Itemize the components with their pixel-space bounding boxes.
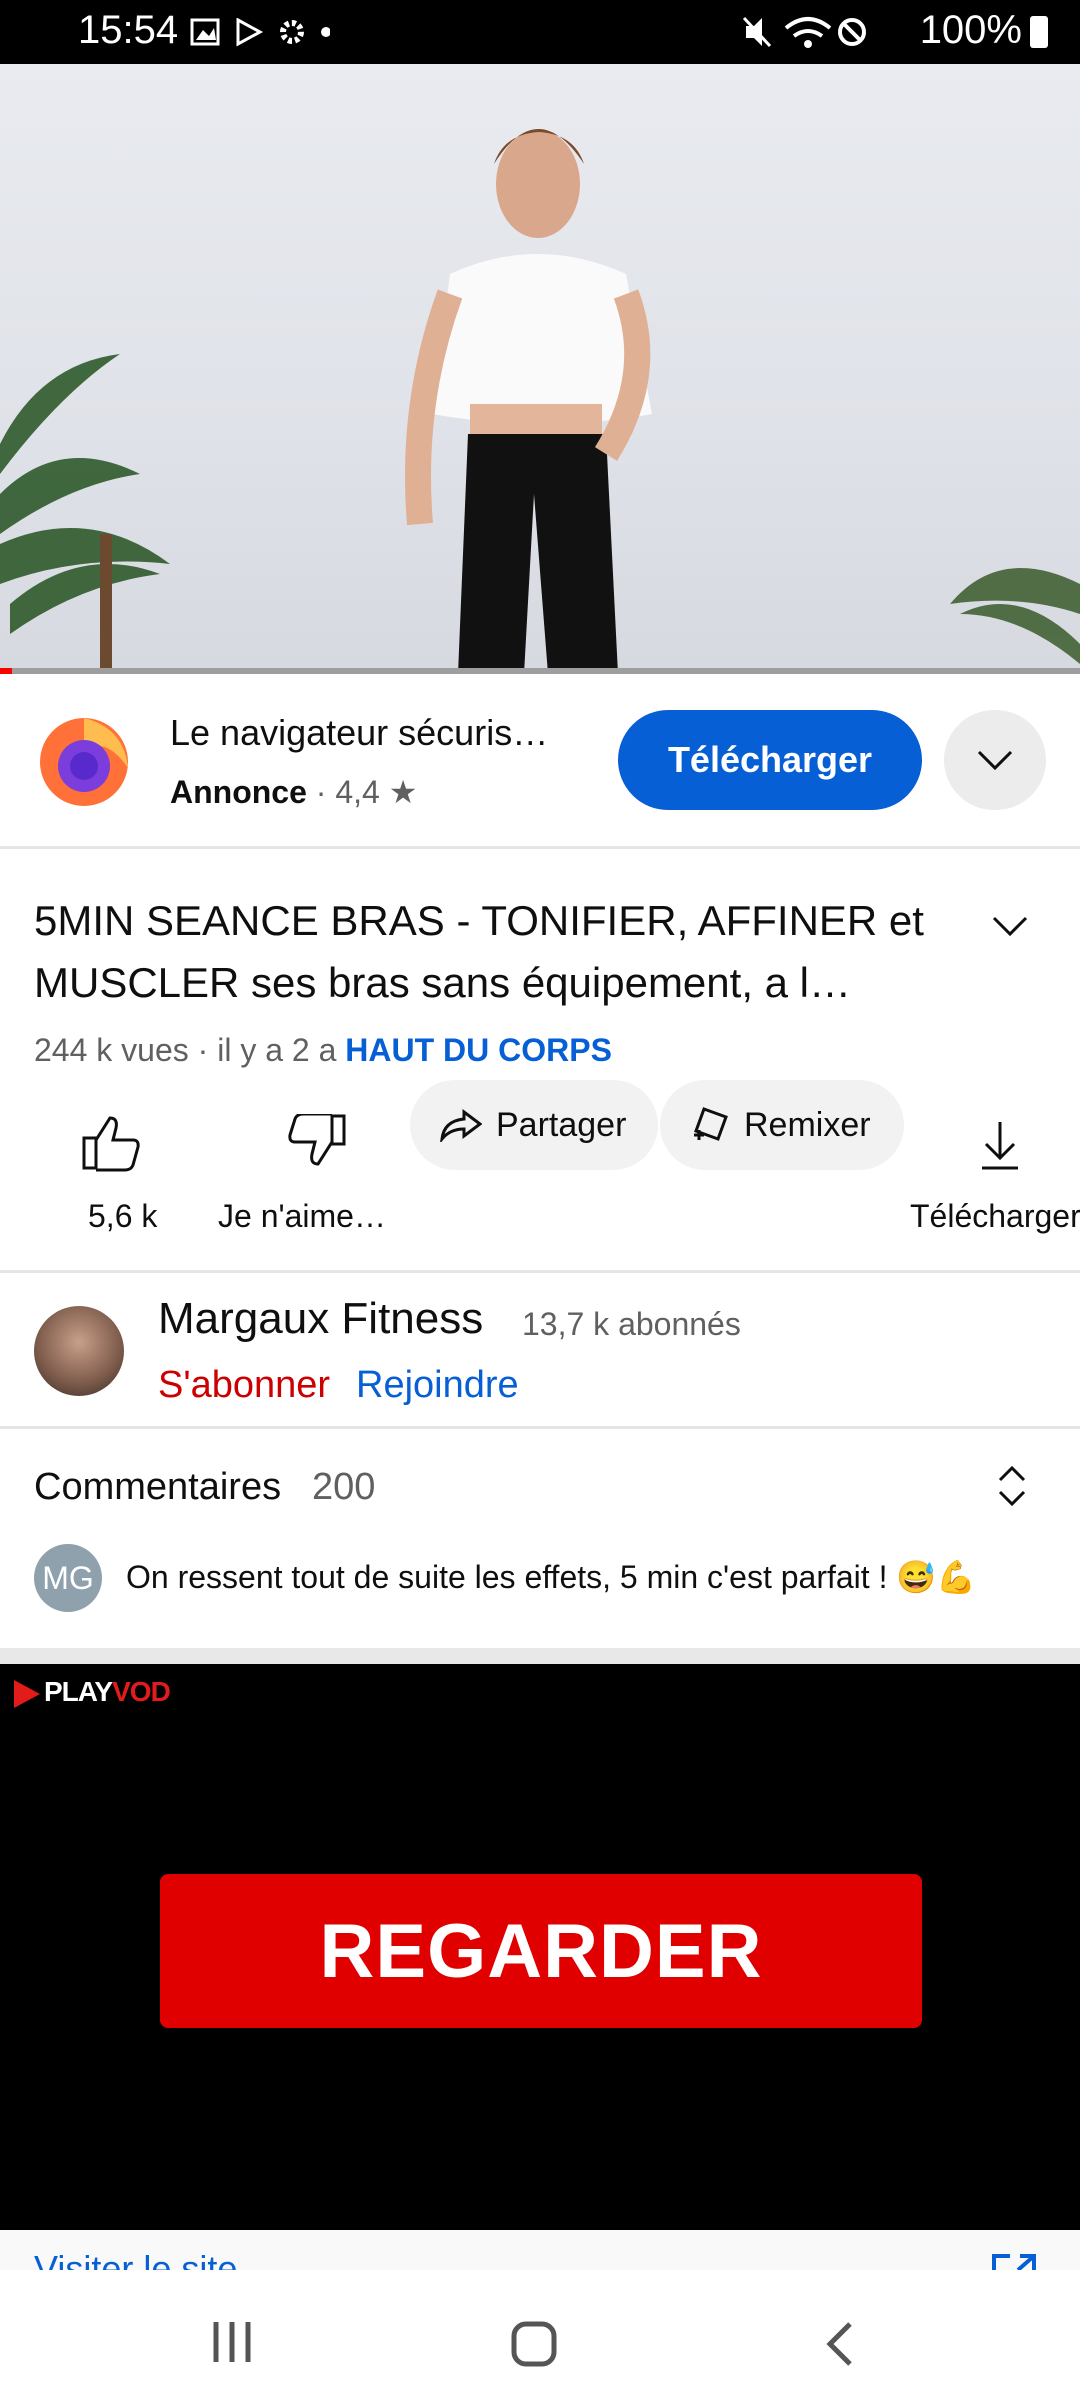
chevron-down-icon (977, 750, 1013, 771)
recent-apps-icon[interactable] (210, 2320, 254, 2364)
battery-icon (1030, 16, 1048, 48)
ad-sponsor-label: Annonce (170, 774, 307, 810)
battery-percent: 100% (919, 8, 1022, 52)
video-title[interactable]: 5MIN SEANCE BRAS - TONIFIER, AFFINER et … (34, 890, 934, 1014)
brand-play: PLAY (44, 1676, 113, 1707)
download-icon (982, 1122, 1018, 1170)
status-icons-right (742, 16, 866, 48)
join-button[interactable]: Rejoindre (356, 1364, 519, 1407)
divider (0, 846, 1080, 849)
download-button[interactable] (976, 1118, 1024, 1174)
video-progress-fill (0, 668, 12, 674)
video-meta: 244 k vues · il y a 2 a HAUT DU CORPS (34, 1032, 612, 1069)
ad-expand-button[interactable] (944, 710, 1046, 810)
system-nav-bar (0, 2270, 1080, 2408)
top-comment[interactable]: On ressent tout de suite les effets, 5 m… (126, 1558, 976, 1596)
remix-button[interactable]: Remixer (660, 1080, 904, 1170)
section-separator (0, 1648, 1080, 1664)
share-icon (440, 1109, 482, 1142)
home-icon[interactable] (510, 2320, 560, 2370)
subscriber-count: 13,7 k abonnés (522, 1306, 741, 1342)
external-link-icon[interactable] (990, 2252, 1038, 2270)
visit-site-link[interactable]: Visiter le site (34, 2248, 237, 2270)
video-frame (0, 129, 1080, 674)
subscribe-button[interactable]: S'abonner (158, 1364, 330, 1407)
thumbs-up-icon (82, 1116, 140, 1172)
divider (0, 1270, 1080, 1273)
views-time: 244 k vues · il y a 2 a (34, 1032, 337, 1068)
status-time: 15:54 (78, 8, 179, 52)
share-label: Partager (496, 1105, 627, 1144)
ad-title[interactable]: Le navigateur sécuris… (170, 712, 548, 754)
ad-separator: · (315, 774, 336, 810)
download-label: Télécharger (910, 1198, 1080, 1234)
channel-avatar[interactable] (34, 1306, 124, 1396)
divider (0, 1426, 1080, 1429)
hashtag-link[interactable]: HAUT DU CORPS (345, 1032, 612, 1068)
dislike-button[interactable] (284, 1112, 348, 1178)
video-progress-track[interactable] (0, 668, 1080, 674)
expand-collapse-icon[interactable] (996, 1464, 1028, 1508)
ad-download-button[interactable]: Télécharger (618, 710, 922, 810)
comments-count: 200 (312, 1466, 376, 1508)
channel-name[interactable]: Margaux Fitness (158, 1294, 483, 1344)
watch-button[interactable]: REGARDER (160, 1874, 922, 2028)
like-count: 5,6 k (88, 1198, 158, 1234)
share-button[interactable]: Partager (410, 1080, 658, 1170)
video-player[interactable] (0, 64, 1080, 674)
dislike-label: Je n'aime… (218, 1198, 386, 1234)
ad-rating: 4,4 (335, 774, 380, 810)
play-logo-icon (14, 1679, 40, 1708)
comments-label[interactable]: Commentaires (34, 1466, 281, 1509)
back-icon[interactable] (820, 2320, 860, 2370)
remix-icon (694, 1107, 728, 1141)
firefox-logo-icon (34, 708, 132, 808)
playvod-logo: PLAYVOD (14, 1676, 171, 1708)
commenter-avatar: MG (34, 1544, 102, 1612)
ad-meta: Annonce · 4,4 ★ (170, 773, 417, 811)
chevron-down-icon[interactable] (990, 914, 1030, 938)
thumbs-down-icon (288, 1112, 346, 1166)
star-icon: ★ (388, 774, 418, 810)
brand-vod: VOD (112, 1676, 171, 1707)
status-icons-left (190, 18, 330, 47)
status-bar: 15:54 100% (0, 0, 1080, 64)
like-button[interactable] (80, 1112, 164, 1176)
remix-label: Remixer (744, 1105, 871, 1144)
